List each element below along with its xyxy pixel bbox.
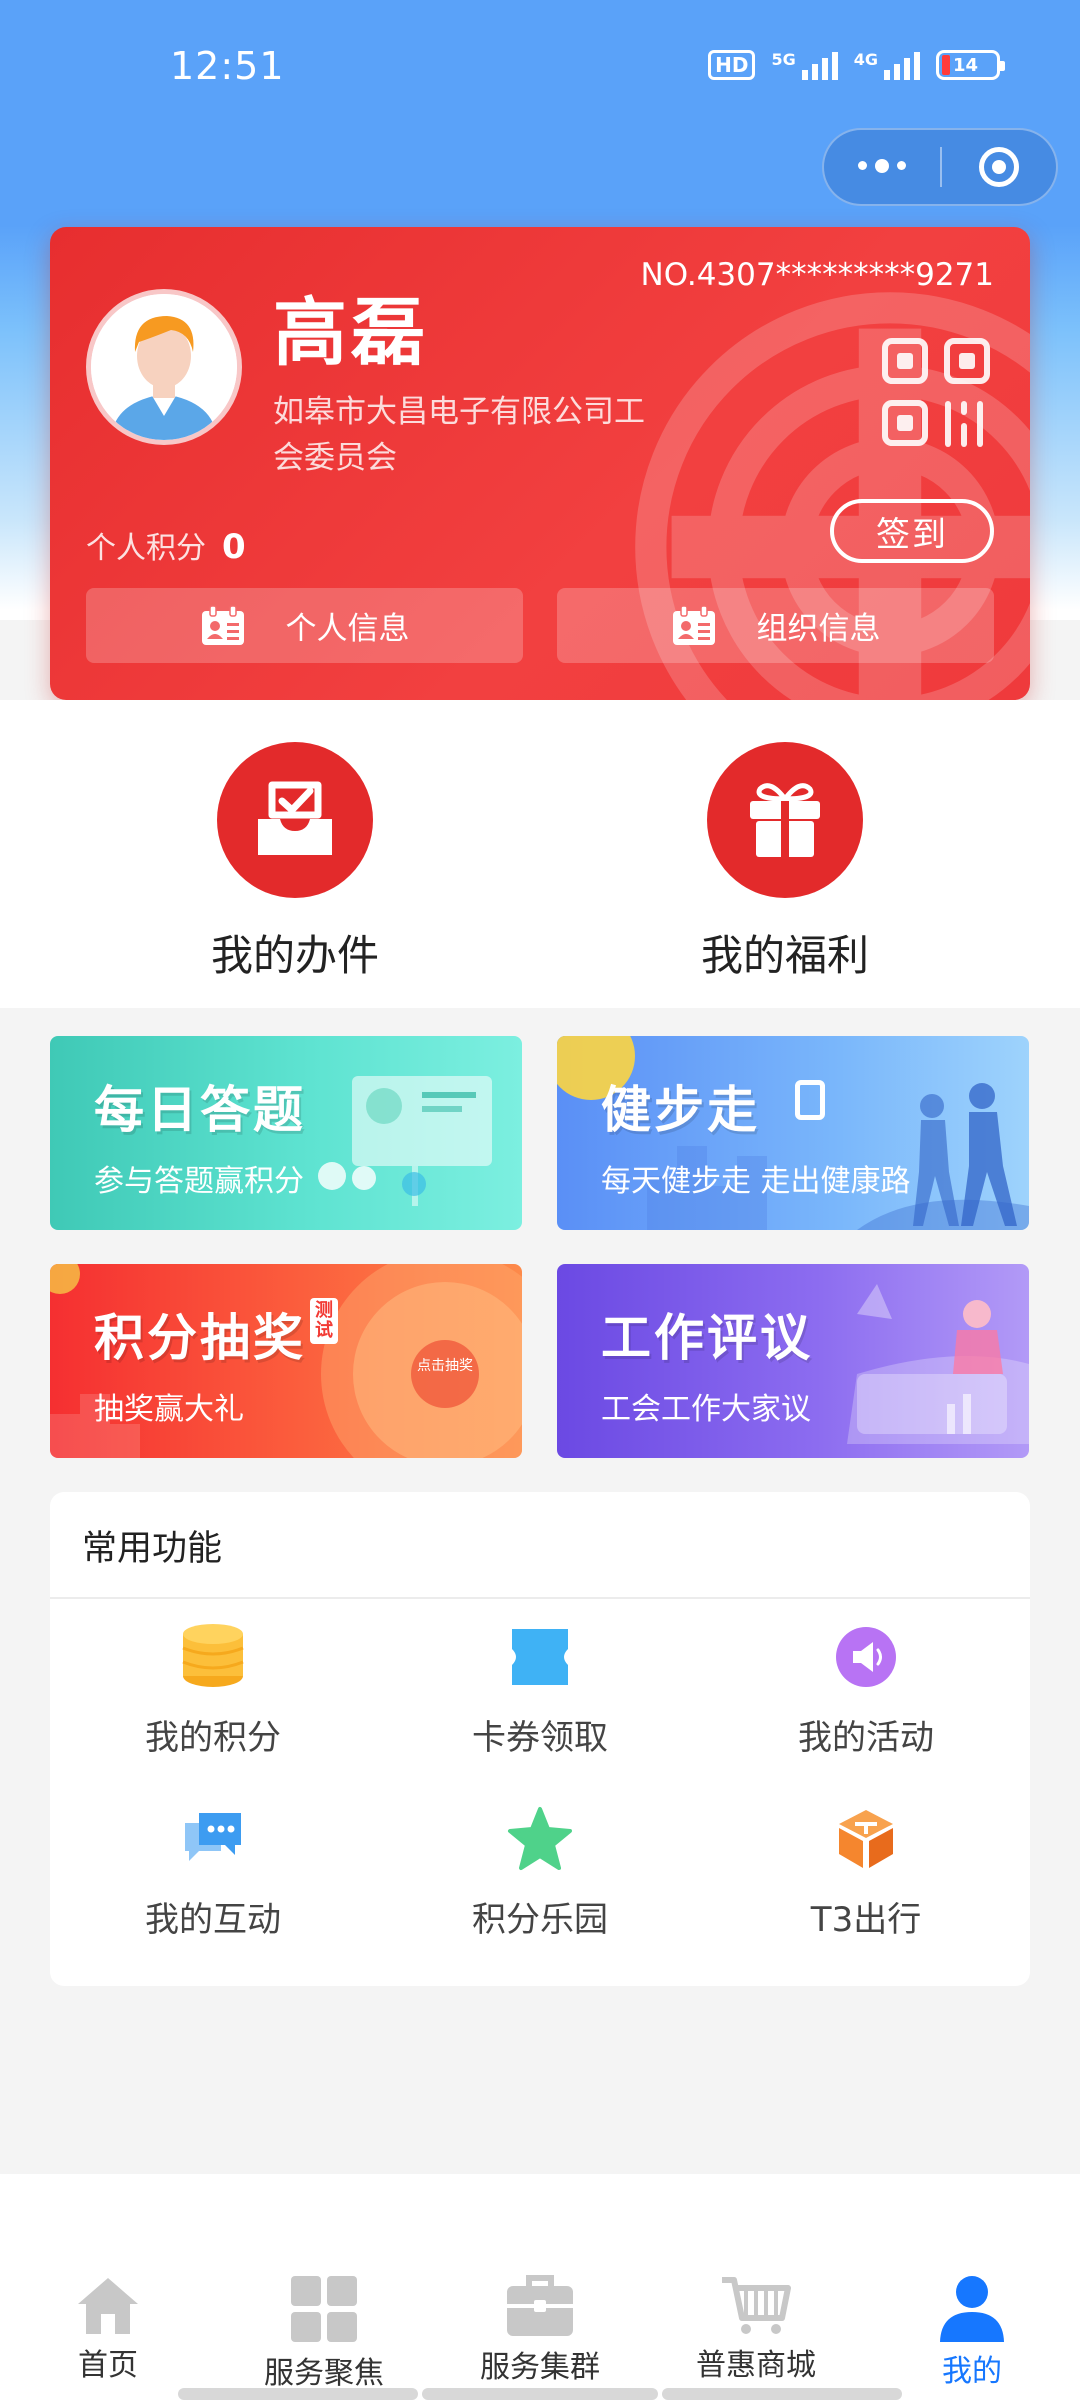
t3-travel-item[interactable]: T3出行 (736, 1804, 996, 1941)
wheel-text: 点击抽奖 (417, 1357, 473, 1373)
points-lottery-title: 积分抽奖 (94, 1309, 306, 1367)
avatar[interactable] (86, 289, 242, 445)
my-interactions-label: 我的互动 (145, 1900, 281, 1940)
zero-badge-icon (795, 1080, 825, 1120)
t3-logo-icon (831, 1804, 901, 1874)
points-lottery-subtitle: 抽奖赢大礼 (94, 1392, 244, 1427)
home-icon (78, 2278, 138, 2334)
user-icon (940, 2276, 1004, 2342)
home-indicator-segment (662, 2388, 902, 2400)
briefcase-icon (507, 2275, 573, 2336)
tab-service-cluster[interactable]: 服务集群 (432, 2274, 648, 2386)
work-review-subtitle: 工会工作大家议 (601, 1392, 811, 1427)
star-icon (505, 1804, 575, 1874)
tab-service-cluster-label: 服务集群 (480, 2350, 600, 2385)
daily-quiz-banner[interactable]: 每日答题 参与答题赢积分 (50, 1036, 522, 1230)
megaphone-icon (831, 1622, 901, 1692)
id-card-icon (201, 604, 244, 645)
personal-info-label: 个人信息 (285, 611, 410, 647)
home-indicator-segment (422, 2388, 658, 2400)
my-interactions-item[interactable]: 我的互动 (83, 1804, 343, 1941)
points-lottery-banner[interactable]: 点击抽奖 积分抽奖 测试 抽奖赢大礼 (50, 1264, 522, 1458)
organization-name: 如皋市大昌电子有限公司工会委员会 (273, 394, 645, 476)
tab-home[interactable]: 首页 (0, 2274, 216, 2384)
more-dots-icon[interactable] (824, 159, 940, 173)
common-functions-title: 常用功能 (82, 1529, 223, 1569)
tab-home-label: 首页 (78, 2348, 138, 2383)
my-activities-item[interactable]: 我的活动 (736, 1622, 996, 1759)
battery-icon: 14 (936, 50, 1005, 80)
feature-section: 我的办件 我的福利 (0, 700, 1080, 1008)
gift-icon (707, 742, 863, 898)
target-icon[interactable] (942, 147, 1056, 187)
common-functions-panel: 常用功能 我的积分 卡券领取 我的活动 我的互动 积分乐园 T3出行 (50, 1492, 1030, 1986)
divider (50, 1597, 1030, 1599)
daily-quiz-subtitle: 参与答题赢积分 (94, 1164, 304, 1199)
member-number: NO.4307*********9271 (640, 257, 994, 293)
my-welfare-label: 我的福利 (700, 931, 869, 980)
coupon-claim-item[interactable]: 卡券领取 (410, 1622, 670, 1759)
mini-program-capsule (822, 128, 1058, 206)
quiz-board-illustration-icon (318, 1076, 492, 1206)
test-tag: 测试 (310, 1298, 338, 1344)
my-tasks-label: 我的办件 (210, 931, 379, 980)
coin-stack-icon (178, 1622, 248, 1692)
coupon-claim-label: 卡券领取 (472, 1718, 608, 1758)
tab-service-focus[interactable]: 服务聚焦 (216, 2274, 432, 2392)
user-avatar-icon (91, 294, 237, 440)
status-bar: 12:51 HD 5G 4G 14 (0, 0, 1080, 140)
inbox-check-icon (217, 742, 373, 898)
chat-bubbles-icon (178, 1804, 248, 1874)
my-welfare-button[interactable]: 我的福利 (635, 742, 935, 983)
organization-info-label: 组织信息 (756, 611, 881, 647)
tab-mine-label: 我的 (942, 2354, 1002, 2389)
ticket-icon (505, 1622, 575, 1692)
walking-title: 健步走 (601, 1081, 760, 1139)
bottom-tab-bar: 首页 服务聚焦 服务集群 普惠商城 我的 (0, 2174, 1080, 2400)
personal-info-button[interactable]: 个人信息 (86, 588, 523, 663)
t3-travel-label: T3出行 (810, 1900, 922, 1940)
work-review-title: 工作评议 (601, 1309, 813, 1367)
status-time: 12:51 (170, 44, 285, 88)
tab-mall-label: 普惠商城 (696, 2348, 816, 2383)
personal-points: 个人积分 0 (86, 523, 246, 567)
my-activities-label: 我的活动 (798, 1718, 934, 1758)
home-indicator-segment (178, 2388, 418, 2400)
walking-banner[interactable]: 健步走 每天健步走 走出健康路 (557, 1036, 1029, 1230)
points-park-item[interactable]: 积分乐园 (410, 1804, 670, 1941)
signal-4g-icon: 4G (854, 50, 920, 80)
cart-icon (722, 2277, 791, 2334)
qr-code-icon[interactable] (881, 337, 995, 451)
grid-icon (291, 2276, 357, 2342)
daily-quiz-title: 每日答题 (94, 1081, 306, 1139)
id-card-icon (672, 604, 715, 645)
organization-info-button[interactable]: 组织信息 (557, 588, 994, 663)
checkin-button[interactable]: 签到 (830, 499, 994, 563)
my-tasks-button[interactable]: 我的办件 (145, 742, 445, 983)
tab-service-focus-label: 服务聚焦 (264, 2356, 384, 2391)
points-value: 0 (222, 527, 246, 567)
points-park-label: 积分乐园 (472, 1900, 608, 1940)
hd-icon: HD (708, 50, 756, 80)
work-review-banner[interactable]: 工作评议 工会工作大家议 (557, 1264, 1029, 1458)
walking-subtitle: 每天健步走 走出健康路 (601, 1164, 911, 1199)
my-points-item[interactable]: 我的积分 (83, 1622, 343, 1759)
user-name: 高磊 (273, 290, 429, 376)
my-points-label: 我的积分 (145, 1718, 281, 1758)
status-icons: HD 5G 4G 14 (708, 50, 1005, 80)
member-card: 高磊 NO.4307*********9271 如皋市大昌电子有限公司工会委员会… (50, 227, 1030, 700)
tab-mall[interactable]: 普惠商城 (648, 2274, 864, 2384)
points-label: 个人积分 (86, 531, 206, 566)
tab-mine[interactable]: 我的 (864, 2274, 1080, 2390)
signal-5g-icon: 5G (771, 50, 838, 80)
